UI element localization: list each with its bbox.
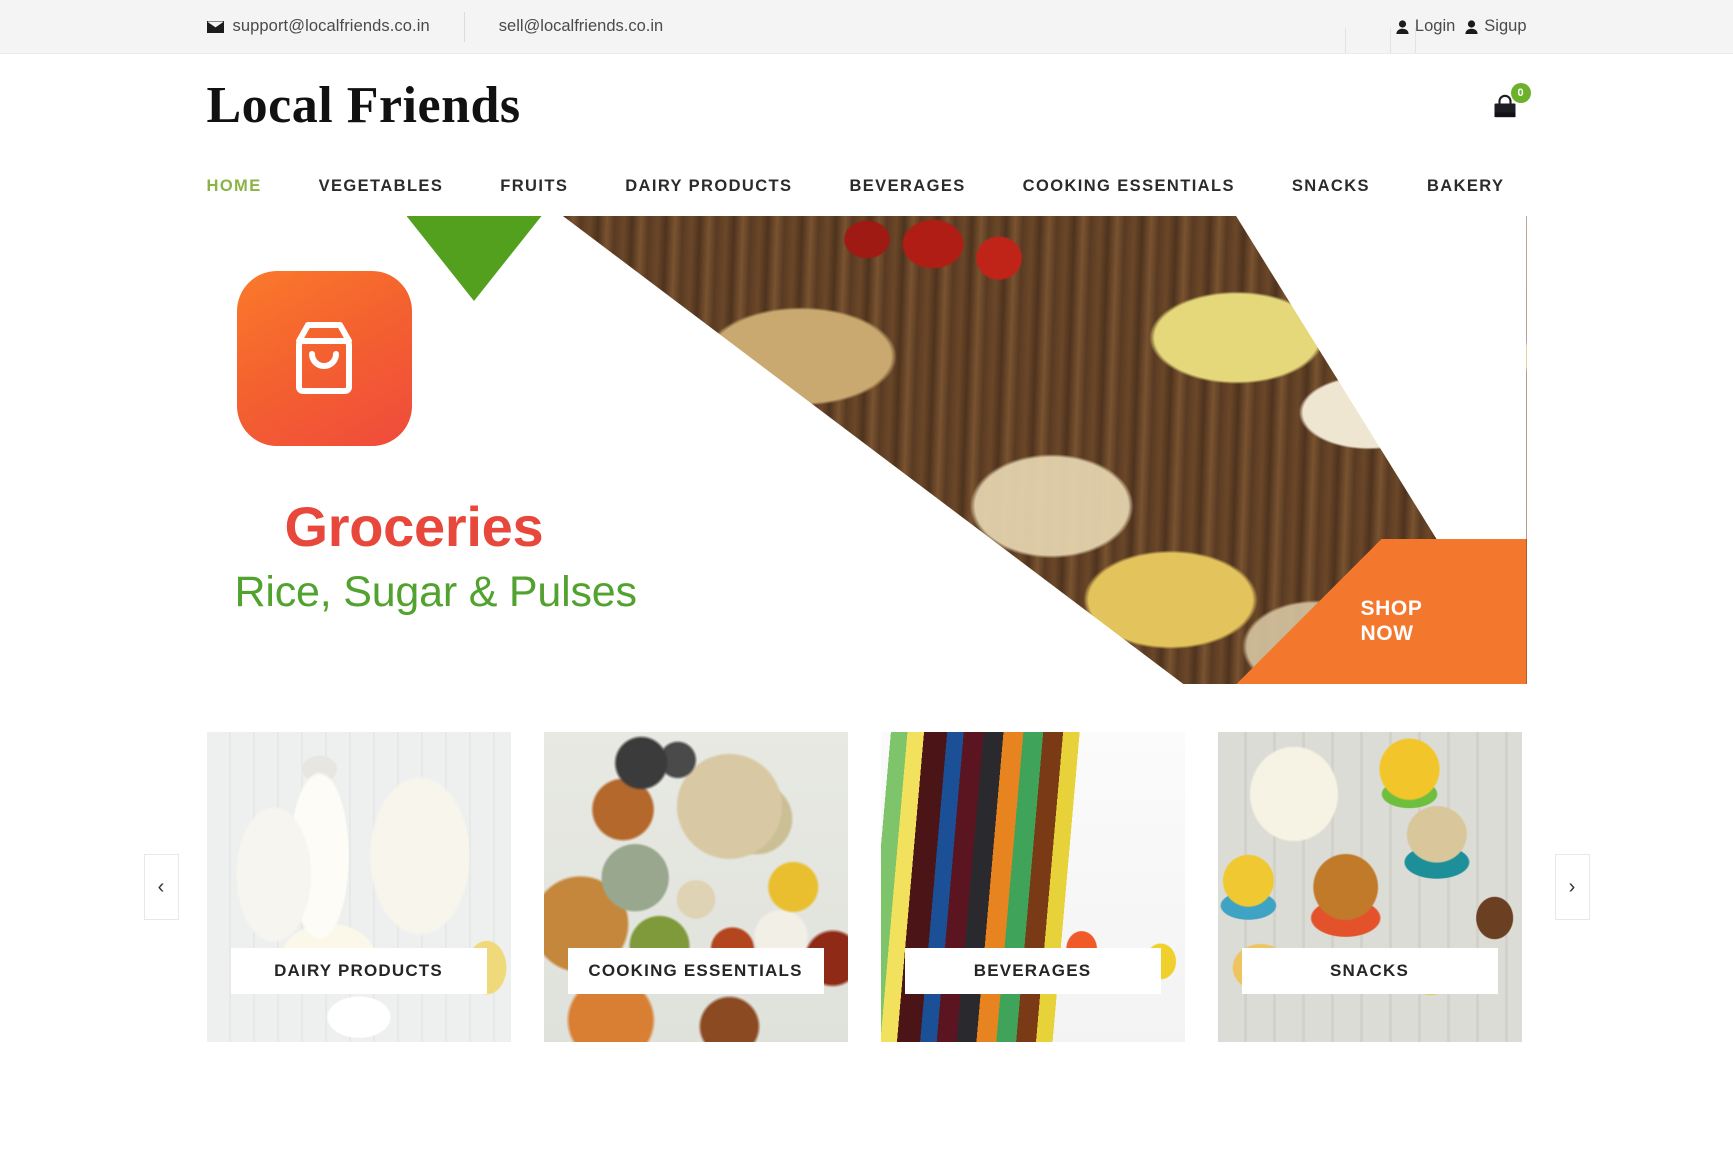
- category-card-list: DAIRY PRODUCTS COOKING ESSENTIALS BEVERA…: [206, 732, 1527, 1042]
- shop-now-line1: SHOP: [1360, 597, 1423, 621]
- topbar-email-separator: [463, 11, 465, 42]
- topbar-divider-1: [1345, 28, 1346, 53]
- hero-slide: Groceries Rice, Sugar & Pulses SHOP NOW: [206, 216, 1527, 684]
- category-label: COOKING ESSENTIALS: [567, 948, 824, 994]
- header-logo-row: Local Friends 0: [207, 54, 1531, 142]
- nav-item-home[interactable]: HOME: [207, 177, 262, 196]
- shop-now-line2: NOW: [1360, 621, 1414, 645]
- login-button[interactable]: Login: [1396, 17, 1455, 36]
- shopping-bag-app-icon: [236, 271, 412, 446]
- topbar-divider-2: [1390, 28, 1391, 53]
- signup-label: Sigup: [1484, 17, 1527, 35]
- utility-topbar: support@localfriends.co.in sell@localfri…: [0, 0, 1733, 54]
- envelope-icon: [206, 20, 224, 33]
- chevron-right-icon[interactable]: ›: [1554, 854, 1590, 920]
- user-icon: [1396, 19, 1409, 34]
- category-label: BEVERAGES: [904, 948, 1161, 994]
- support-email-link[interactable]: support@localfriends.co.in: [206, 17, 430, 36]
- category-card-beverages[interactable]: BEVERAGES: [880, 732, 1185, 1042]
- hero-carousel: Groceries Rice, Sugar & Pulses SHOP NOW: [206, 216, 1527, 684]
- main-navigation: HOME VEGETABLES FRUITS DAIRY PRODUCTS BE…: [207, 142, 1527, 216]
- support-email-text: support@localfriends.co.in: [232, 17, 430, 35]
- nav-item-beverages[interactable]: BEVERAGES: [849, 177, 965, 196]
- login-label: Login: [1414, 17, 1456, 35]
- cart-button[interactable]: 0: [1483, 83, 1531, 127]
- nav-item-snacks[interactable]: SNACKS: [1292, 177, 1370, 196]
- category-label: SNACKS: [1241, 948, 1498, 994]
- nav-item-dairy-products[interactable]: DAIRY PRODUCTS: [625, 177, 792, 196]
- dairy-products-photo: [206, 732, 511, 1042]
- hero-title: Groceries: [284, 495, 544, 558]
- cart-count-badge: 0: [1510, 83, 1531, 103]
- chevron-left-icon[interactable]: ‹: [143, 854, 179, 920]
- nav-item-fruits[interactable]: FRUITS: [500, 177, 568, 196]
- snacks-photo: [1217, 732, 1522, 1042]
- beverages-photo: [880, 732, 1185, 1042]
- user-icon: [1465, 19, 1478, 34]
- nav-item-vegetables[interactable]: VEGETABLES: [319, 177, 444, 196]
- category-card-dairy-products[interactable]: DAIRY PRODUCTS: [206, 732, 511, 1042]
- cooking-essentials-photo: [543, 732, 848, 1042]
- category-card-snacks[interactable]: SNACKS: [1217, 732, 1522, 1042]
- page-title[interactable]: Local Friends: [207, 80, 521, 132]
- category-label: DAIRY PRODUCTS: [230, 948, 487, 994]
- category-card-cooking-essentials[interactable]: COOKING ESSENTIALS: [543, 732, 848, 1042]
- topbar-divider-3: [1415, 28, 1416, 53]
- signup-button[interactable]: Sigup: [1465, 17, 1527, 36]
- category-carousel: ‹ DAIRY PRODUCTS COOKING ESSENTIALS BEVE…: [67, 732, 1667, 1042]
- nav-item-bakery[interactable]: BAKERY: [1427, 177, 1504, 196]
- sell-email-text: sell@localfriends.co.in: [498, 17, 664, 35]
- hero-subtitle: Rice, Sugar & Pulses: [234, 568, 637, 616]
- nav-item-cooking-essentials[interactable]: COOKING ESSENTIALS: [1023, 177, 1235, 196]
- sell-email-link[interactable]: sell@localfriends.co.in: [499, 17, 663, 36]
